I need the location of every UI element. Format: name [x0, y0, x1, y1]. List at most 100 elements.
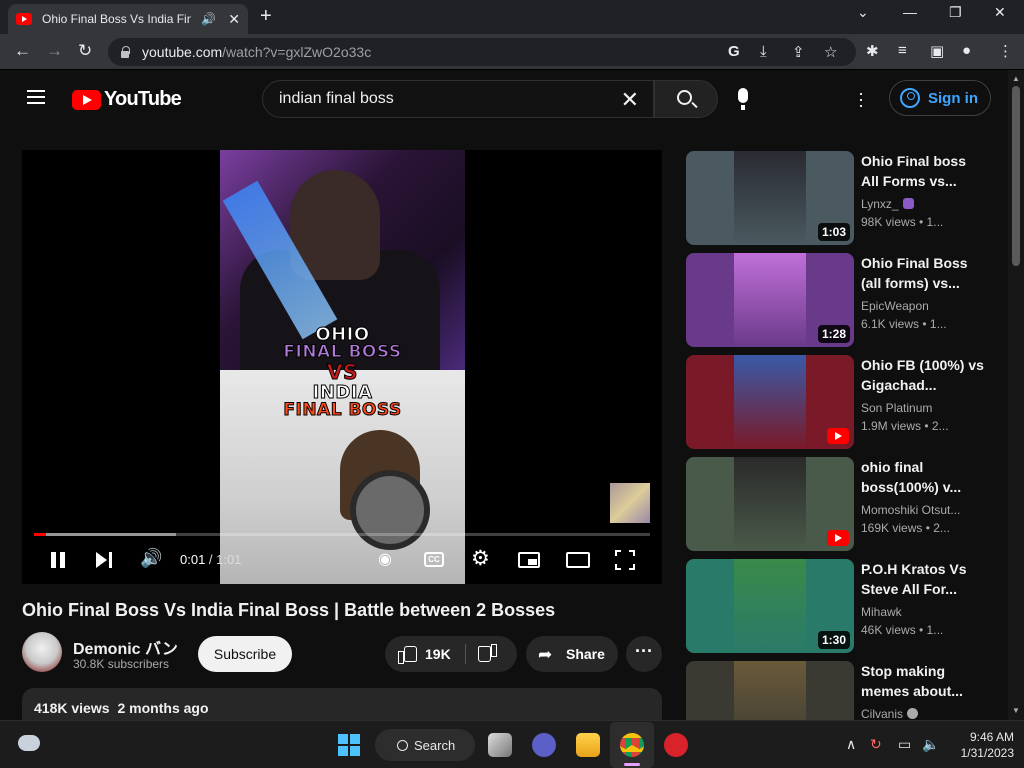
recommendation-title[interactable]: Stop making memes about...: [861, 661, 986, 701]
volume-icon[interactable]: 🔊: [140, 548, 162, 569]
video-duration-badge: 1:03: [817, 223, 850, 241]
page-scrollbar[interactable]: ▲ ▼: [1008, 70, 1024, 720]
tray-sync-icon[interactable]: ↻: [870, 736, 882, 753]
taskbar-search-label: Search: [414, 737, 456, 753]
minimize-icon[interactable]: —: [903, 4, 917, 20]
speaker-icon[interactable]: 🔈: [922, 736, 939, 753]
chrome-icon[interactable]: [620, 733, 644, 757]
teams-chat-icon[interactable]: [532, 733, 556, 757]
forward-arrow-icon[interactable]: →: [46, 41, 63, 61]
like-count[interactable]: 19K: [425, 646, 451, 662]
dislike-thumb-icon[interactable]: [479, 646, 497, 664]
recommendation-thumbnail[interactable]: [686, 355, 854, 449]
search-icon: [677, 90, 692, 105]
channel-avatar[interactable]: [22, 632, 62, 672]
recommendation-channel[interactable]: Cilvanis: [861, 707, 919, 721]
tab-audio-icon[interactable]: 🔊: [201, 12, 216, 26]
verified-check-icon: [907, 708, 919, 719]
back-arrow-icon[interactable]: ←: [14, 41, 31, 61]
recommendation-channel[interactable]: Son Platinum: [861, 401, 932, 415]
miniplayer-icon[interactable]: [518, 552, 540, 568]
sign-in-button[interactable]: Sign in: [889, 80, 991, 116]
sign-in-label: Sign in: [928, 89, 978, 107]
recommendation-channel[interactable]: EpicWeapon: [861, 299, 929, 313]
subscribe-button[interactable]: Subscribe: [198, 636, 292, 672]
like-thumb-icon[interactable]: [398, 644, 417, 664]
video-overlay-text: FINAL BOSS: [283, 342, 402, 363]
recommendation-title[interactable]: P.O.H Kratos Vs Steve All For...: [861, 559, 986, 599]
scroll-down-arrow-icon[interactable]: ▼: [1012, 706, 1020, 715]
recommendation-title[interactable]: ohio final boss(100%) v...: [861, 457, 986, 497]
tray-overflow-chevron-icon[interactable]: ∧: [846, 736, 856, 753]
youtube-masthead: YouTube indian final boss ✕ · · · Sign in: [0, 70, 1008, 126]
lock-icon[interactable]: [120, 46, 130, 58]
recommendation-title[interactable]: Ohio Final boss All Forms vs...: [861, 151, 986, 191]
recommendation-item[interactable]: 1:03 Ohio Final boss All Forms vs... Lynxz…: [686, 151, 1006, 245]
google-lens-icon[interactable]: G: [728, 43, 740, 60]
duration: 1:01: [216, 552, 242, 567]
taskbar-clock[interactable]: 9:46 AM 1/31/2023: [944, 729, 1014, 761]
side-panel-icon[interactable]: ▣: [930, 42, 944, 60]
recommendation-title[interactable]: Ohio FB (100%) vs Gigachad...: [861, 355, 986, 395]
browser-menu-icon[interactable]: ⋮: [998, 42, 1013, 60]
progress-bar[interactable]: [34, 533, 650, 536]
pause-icon[interactable]: [50, 552, 66, 568]
recommendation-item[interactable]: 1:30 P.O.H Kratos Vs Steve All For... Miha…: [686, 559, 1006, 653]
install-app-icon[interactable]: ⤓: [760, 43, 767, 60]
recommendation-channel[interactable]: Mihawk: [861, 605, 902, 619]
recommendation-thumbnail[interactable]: 1:28: [686, 253, 854, 347]
maximize-icon[interactable]: ❐: [949, 4, 962, 21]
media-controls-icon[interactable]: ≡: [898, 42, 907, 59]
tab-search-chevron-icon[interactable]: ⌄: [857, 4, 869, 21]
search-input[interactable]: indian final boss ✕: [262, 80, 654, 118]
fullscreen-icon[interactable]: [615, 550, 635, 570]
task-view-icon[interactable]: [488, 733, 512, 757]
recommendation-title[interactable]: Ohio Final Boss (all forms) vs...: [861, 253, 986, 293]
bookmark-star-icon[interactable]: ☆: [824, 43, 837, 61]
recommendation-channel-name: Momoshiki Otsut...: [861, 503, 961, 517]
network-icon[interactable]: ▭: [898, 736, 911, 753]
voice-search-mic-icon[interactable]: [738, 88, 748, 110]
video-player[interactable]: OHIO FINAL BOSS VS INDIA FINAL BOSS 🔊 0:…: [22, 150, 662, 584]
upload-date: 2 months ago: [117, 700, 209, 716]
taskbar-search-button[interactable]: Search: [375, 729, 475, 761]
extensions-puzzle-icon[interactable]: ✱: [866, 42, 879, 60]
share-page-icon[interactable]: ⇪: [792, 43, 805, 61]
hamburger-menu-icon[interactable]: [27, 90, 45, 104]
settings-gear-icon[interactable]: ⚙: [471, 546, 490, 571]
scrollbar-thumb[interactable]: [1012, 86, 1020, 266]
recommendation-thumbnail[interactable]: 1:03: [686, 151, 854, 245]
mcafee-icon[interactable]: [664, 733, 688, 757]
like-dislike-bar: 19K: [385, 636, 517, 672]
channel-name[interactable]: Demonic バン: [73, 635, 178, 659]
profile-icon[interactable]: ●: [962, 42, 971, 59]
theater-mode-icon[interactable]: [566, 552, 590, 568]
channel-watermark[interactable]: [610, 483, 650, 523]
recommendation-item[interactable]: Ohio FB (100%) vs Gigachad... Son Platinu…: [686, 355, 1006, 449]
file-explorer-icon[interactable]: [576, 733, 600, 757]
window-close-icon[interactable]: ✕: [994, 4, 1006, 21]
recommendation-item[interactable]: 1:28 Ohio Final Boss (all forms) vs... Epi…: [686, 253, 1006, 347]
share-button[interactable]: ➦ Share: [526, 636, 618, 672]
windows-start-icon[interactable]: [338, 734, 360, 756]
more-actions-button[interactable]: ···: [626, 636, 662, 672]
browser-tab-active[interactable]: Ohio Final Boss Vs India Final Boss | Ba…: [8, 4, 248, 34]
weather-widget-icon[interactable]: [18, 735, 40, 751]
settings-more-icon[interactable]: · · ·: [858, 84, 864, 114]
autoplay-toggle[interactable]: ◉: [378, 549, 392, 569]
tab-close-icon[interactable]: ✕: [228, 11, 240, 28]
next-video-icon[interactable]: [96, 552, 112, 568]
captions-icon[interactable]: CC: [424, 552, 444, 567]
recommendation-thumbnail[interactable]: 1:30: [686, 559, 854, 653]
youtube-logo[interactable]: YouTube: [72, 88, 182, 111]
recommendation-thumbnail[interactable]: [686, 457, 854, 551]
recommendation-item[interactable]: ohio final boss(100%) v... Momoshiki Otsu…: [686, 457, 1006, 551]
search-button[interactable]: [654, 80, 718, 118]
clear-search-icon[interactable]: ✕: [621, 87, 639, 113]
scroll-up-arrow-icon[interactable]: ▲: [1012, 74, 1020, 83]
recommendation-channel[interactable]: Momoshiki Otsut...: [861, 503, 960, 517]
new-tab-icon[interactable]: +: [260, 5, 272, 28]
recommendation-channel[interactable]: Lynxz_: [861, 197, 914, 211]
address-bar[interactable]: youtube.com/watch?v=gxlZwO2o33c G ⤓ ⇪ ☆: [108, 38, 856, 66]
reload-icon[interactable]: ↻: [78, 41, 92, 61]
